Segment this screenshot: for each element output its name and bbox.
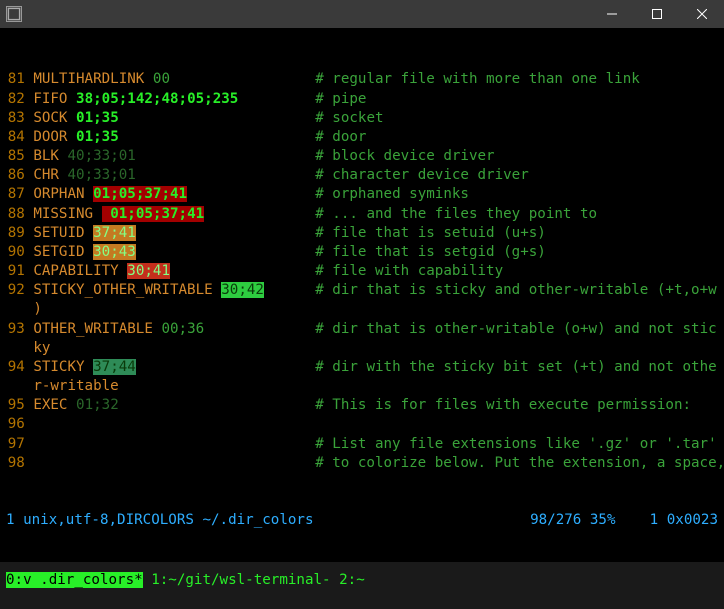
line-number: 90 <box>6 243 25 262</box>
line-number: 93 <box>6 320 25 339</box>
code-line: 91 CAPABILITY 30;41 # file with capabilit… <box>6 262 718 281</box>
maximize-button[interactable] <box>634 0 679 28</box>
dircolors-key: STICKY_OTHER_WRITABLE <box>33 282 212 298</box>
code-line: 88 MISSING 01;05;37;41 # ... and the file… <box>6 205 718 224</box>
dircolors-value: 01;35 <box>76 110 119 126</box>
comment-text: # dir with the sticky bit set (+t) and n… <box>315 359 716 375</box>
comment-text: # block device driver <box>315 148 494 164</box>
line-number: 85 <box>6 147 25 166</box>
tmux-statusline: 0:v .dir_colors* 1:~/git/wsl-terminal- 2… <box>6 571 718 590</box>
dircolors-key: SETGID <box>33 244 84 260</box>
line-number: 84 <box>6 128 25 147</box>
line-number: 95 <box>6 396 25 415</box>
window-titlebar <box>0 0 724 28</box>
line-number: 96 <box>6 415 25 434</box>
comment-text: # door <box>315 129 366 145</box>
tmux-inactive-windows[interactable]: 1:~/git/wsl-terminal- 2:~ <box>143 572 365 588</box>
code-line: 81 MULTIHARDLINK 00 # regular file with m… <box>6 70 718 89</box>
dircolors-value: 37;41 <box>93 225 136 241</box>
line-number: 81 <box>6 70 25 89</box>
line-number: 89 <box>6 224 25 243</box>
comment-text: # dir that is sticky and other-writable … <box>315 282 716 298</box>
terminal-viewport[interactable]: 81 MULTIHARDLINK 00 # regular file with m… <box>0 28 724 562</box>
comment-text: # regular file with more than one link <box>315 71 640 87</box>
dircolors-value: 01;35 <box>76 129 119 145</box>
code-line: 85 BLK 40;33;01 # block device driver <box>6 147 718 166</box>
comment-text: # orphaned syminks <box>315 186 469 202</box>
dircolors-value: 00;36 <box>161 321 204 337</box>
comment-text: # dir that is other-writable (o+w) and n… <box>315 321 716 337</box>
close-button[interactable] <box>679 0 724 28</box>
editor-lines: 81 MULTIHARDLINK 00 # regular file with m… <box>6 70 718 473</box>
comment-text: # List any file extensions like '.gz' or… <box>315 436 724 452</box>
dircolors-key: EXEC <box>33 397 67 413</box>
line-number: 94 <box>6 358 25 377</box>
dircolors-value: 30;43 <box>93 244 136 260</box>
line-number: 91 <box>6 262 25 281</box>
line-number: 92 <box>6 281 25 300</box>
code-line-wrap: ky <box>6 339 718 358</box>
code-line: 87 ORPHAN 01;05;37;41 # orphaned syminks <box>6 185 718 204</box>
dircolors-key: MULTIHARDLINK <box>33 71 144 87</box>
dircolors-key: SOCK <box>33 110 67 126</box>
dircolors-value: 01;05;37;41 <box>102 206 205 222</box>
dircolors-value: 37;44 <box>93 359 136 375</box>
dircolors-key: FIFO <box>33 91 67 107</box>
dircolors-key: CHR <box>33 167 59 183</box>
line-number: 82 <box>6 90 25 109</box>
code-line: 90 SETGID 30;43 # file that is setgid (g+… <box>6 243 718 262</box>
dircolors-value: 30;41 <box>127 263 170 279</box>
code-line: 86 CHR 40;33;01 # character device driver <box>6 166 718 185</box>
code-line: 82 FIFO 38;05;142;48;05;235 # pipe <box>6 90 718 109</box>
comment-text: # file that is setgid (g+s) <box>315 244 546 260</box>
dircolors-value: 01;32 <box>76 397 119 413</box>
comment-text: # socket <box>315 110 383 126</box>
comment-text: # character device driver <box>315 167 529 183</box>
vim-statusline: 1 unix,utf-8,DIRCOLORS ~/.dir_colors98/2… <box>6 511 718 530</box>
dircolors-value: 30;42 <box>221 282 264 298</box>
dircolors-value: 40;33;01 <box>67 167 135 183</box>
code-line: 96 <box>6 415 718 434</box>
dircolors-key: MISSING <box>33 206 93 222</box>
comment-text: # file that is setuid (u+s) <box>315 225 546 241</box>
line-number: 87 <box>6 185 25 204</box>
dircolors-key: CAPABILITY <box>33 263 118 279</box>
line-number: 86 <box>6 166 25 185</box>
dircolors-value: 00 <box>153 71 170 87</box>
code-line: 94 STICKY 37;44 # dir with the sticky bit… <box>6 358 718 377</box>
code-line-wrap: r-writable <box>6 377 718 396</box>
code-line: 95 EXEC 01;32 # This is for files with ex… <box>6 396 718 415</box>
code-line: 93 OTHER_WRITABLE 00;36 # dir that is oth… <box>6 320 718 339</box>
minimize-button[interactable] <box>589 0 634 28</box>
line-number: 97 <box>6 435 25 454</box>
code-line: 84 DOOR 01;35 # door <box>6 128 718 147</box>
comment-text: # ... and the files they point to <box>315 206 597 222</box>
code-line: 98 # to colorize below. Put the extensio… <box>6 454 718 473</box>
dircolors-key: OTHER_WRITABLE <box>33 321 153 337</box>
dircolors-key: STICKY <box>33 359 84 375</box>
line-number: 83 <box>6 109 25 128</box>
code-line: 83 SOCK 01;35 # socket <box>6 109 718 128</box>
dircolors-key: ORPHAN <box>33 186 84 202</box>
comment-text: # This is for files with execute permiss… <box>315 397 691 413</box>
dircolors-key: BLK <box>33 148 59 164</box>
code-line: 89 SETUID 37;41 # file that is setuid (u+… <box>6 224 718 243</box>
dircolors-key: SETUID <box>33 225 84 241</box>
app-icon <box>6 6 22 22</box>
tmux-active-window[interactable]: 0:v .dir_colors* <box>6 572 143 588</box>
dircolors-key: DOOR <box>33 129 67 145</box>
comment-text: # pipe <box>315 91 366 107</box>
line-number: 98 <box>6 454 25 473</box>
comment-text: # to colorize below. Put the extension, … <box>315 455 724 471</box>
dircolors-value: 38;05;142;48;05;235 <box>76 91 238 107</box>
code-line: 92 STICKY_OTHER_WRITABLE 30;42 # dir that… <box>6 281 718 300</box>
code-line-wrap: ) <box>6 300 718 319</box>
dircolors-value: 40;33;01 <box>67 148 135 164</box>
comment-text: # file with capability <box>315 263 503 279</box>
code-line: 97 # List any file extensions like '.gz'… <box>6 435 718 454</box>
dircolors-value: 01;05;37;41 <box>93 186 187 202</box>
line-number: 88 <box>6 205 25 224</box>
